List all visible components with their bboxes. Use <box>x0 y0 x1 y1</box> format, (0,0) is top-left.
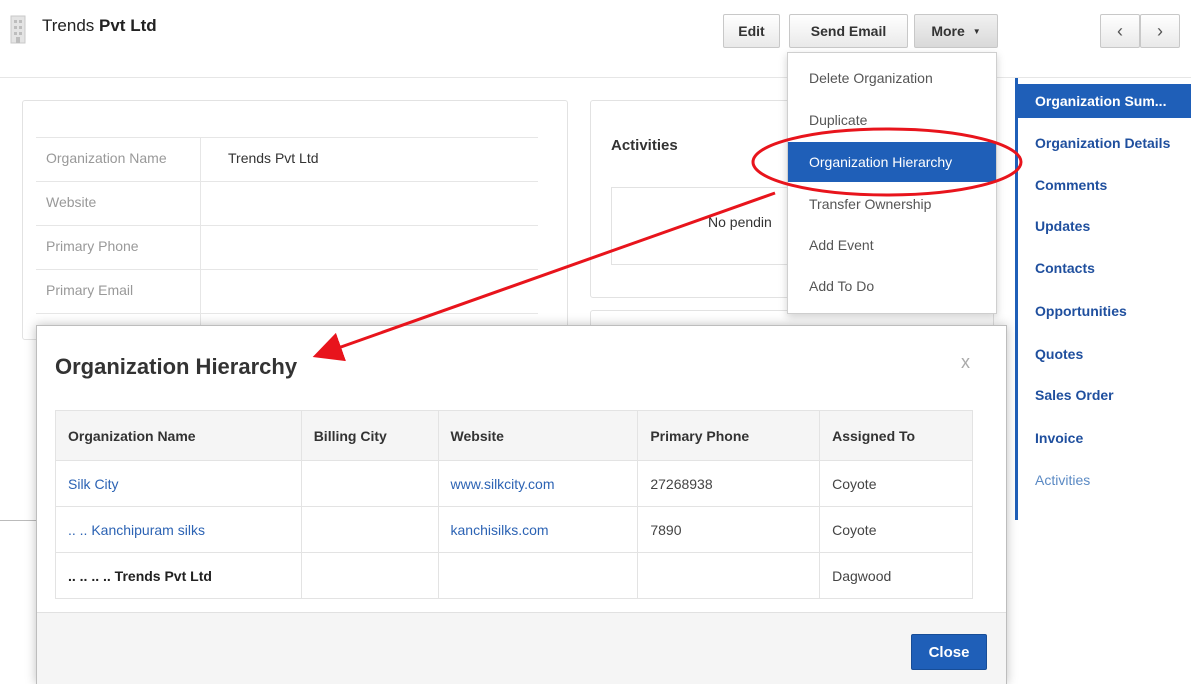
more-button[interactable]: More ▼ <box>914 14 998 48</box>
table-cell-phone: 27268938 <box>637 460 821 507</box>
field-divider <box>200 138 201 182</box>
related-tabs-nav: Organization Sum... Organization Details C… <box>1015 78 1191 520</box>
more-button-label: More <box>931 23 965 39</box>
table-cell-name: Silk City <box>55 460 302 507</box>
table-cell-website: www.silkcity.com <box>437 460 639 507</box>
table-cell-phone <box>637 552 821 599</box>
field-row: Website <box>36 181 538 226</box>
field-value[interactable]: Trends Pvt Ltd <box>228 150 319 166</box>
field-label: Organization Name <box>46 150 167 166</box>
table-cell-assigned: Dagwood <box>819 552 973 599</box>
nav-item-contacts[interactable]: Contacts <box>1018 251 1191 285</box>
table-cell-city <box>300 552 439 599</box>
table-header-row: Organization Name Billing City Website Prim… <box>55 410 973 461</box>
building-icon <box>10 15 26 44</box>
field-label: Primary Email <box>46 282 134 298</box>
edit-button[interactable]: Edit <box>723 14 780 48</box>
more-actions-menu: Delete Organization Duplicate Organization… <box>787 52 997 314</box>
menu-item-add-event[interactable]: Add Event <box>788 225 996 265</box>
website-link[interactable]: kanchisilks.com <box>451 522 549 538</box>
column-header: Organization Name <box>55 410 302 461</box>
cell-text: 7890 <box>650 521 682 538</box>
cell-text: Coyote <box>832 521 877 538</box>
nav-item-activities[interactable]: Activities <box>1018 463 1191 497</box>
table-cell-website <box>437 552 639 599</box>
nav-item-sales-order[interactable]: Sales Order <box>1018 378 1191 412</box>
close-button[interactable]: Close <box>911 634 987 670</box>
organization-hierarchy-modal: Organization Hierarchy x Organization Na… <box>36 325 1007 684</box>
close-icon[interactable]: x <box>961 352 970 373</box>
table-cell-website: kanchisilks.com <box>437 506 639 553</box>
field-divider <box>200 226 201 270</box>
field-divider <box>200 270 201 314</box>
record-title: Trends Pvt Ltd <box>42 16 157 36</box>
chevron-right-icon: › <box>1157 20 1163 41</box>
nav-item-organization-details[interactable]: Organization Details <box>1018 126 1191 160</box>
no-pending-text: No pendin <box>708 214 772 230</box>
caret-down-icon: ▼ <box>972 26 981 36</box>
nav-item-comments[interactable]: Comments <box>1018 168 1191 202</box>
organization-link[interactable]: .. .. Kanchipuram silks <box>68 522 205 538</box>
field-label: Website <box>46 194 97 210</box>
column-header: Assigned To <box>819 410 973 461</box>
field-row: Primary Phone <box>36 225 538 270</box>
menu-item-transfer-ownership[interactable]: Transfer Ownership <box>788 184 996 224</box>
record-title-first: Trends <box>42 16 95 35</box>
nav-item-quotes[interactable]: Quotes <box>1018 337 1191 371</box>
activities-title: Activities <box>611 137 678 154</box>
modal-footer: Close <box>37 612 1006 684</box>
next-record-button[interactable]: › <box>1140 14 1180 48</box>
menu-item-add-to-do[interactable]: Add To Do <box>788 266 996 306</box>
cell-text: 27268938 <box>650 475 713 492</box>
column-header: Billing City <box>300 410 439 461</box>
field-divider <box>200 182 201 226</box>
cell-text: Dagwood <box>832 567 892 584</box>
nav-item-organization-sum[interactable]: Organization Sum... <box>1018 84 1191 118</box>
record-title-rest: Pvt Ltd <box>99 16 157 35</box>
table-cell-phone: 7890 <box>637 506 821 553</box>
table-row: .. .. Kanchipuram silks kanchisilks.com 78… <box>55 506 973 553</box>
table-cell-name: .. .. .. .. Trends Pvt Ltd <box>55 552 302 599</box>
nav-item-opportunities[interactable]: Opportunities <box>1018 294 1191 328</box>
menu-item-organization-hierarchy[interactable]: Organization Hierarchy <box>788 142 996 182</box>
previous-record-button[interactable]: ‹ <box>1100 14 1140 48</box>
menu-item-duplicate[interactable]: Duplicate <box>788 100 996 140</box>
cell-text: .. .. .. .. Trends Pvt Ltd <box>68 567 212 584</box>
field-label: Primary Phone <box>46 238 139 254</box>
cell-text: Coyote <box>832 475 877 492</box>
send-email-button[interactable]: Send Email <box>789 14 908 48</box>
table-row: Silk City www.silkcity.com 27268938 Coyote <box>55 460 973 507</box>
hierarchy-table: Organization Name Billing City Website Prim… <box>55 410 973 599</box>
table-row: .. .. .. .. Trends Pvt Ltd Dagwood <box>55 552 973 599</box>
menu-item-delete-organization[interactable]: Delete Organization <box>788 58 996 98</box>
chevron-left-icon: ‹ <box>1117 20 1123 41</box>
field-row: Primary Email <box>36 269 538 314</box>
column-header: Website <box>437 410 639 461</box>
field-row: Organization Name Trends Pvt Ltd <box>36 137 538 182</box>
record-header: Trends Pvt Ltd Edit Send Email More ▼ ‹ … <box>0 0 1191 78</box>
column-header: Primary Phone <box>637 410 821 461</box>
website-link[interactable]: www.silkcity.com <box>451 476 555 492</box>
table-cell-city <box>300 506 439 553</box>
nav-item-updates[interactable]: Updates <box>1018 209 1191 243</box>
table-cell-city <box>300 460 439 507</box>
table-cell-name: .. .. Kanchipuram silks <box>55 506 302 553</box>
table-cell-assigned: Coyote <box>819 460 973 507</box>
nav-item-invoice[interactable]: Invoice <box>1018 421 1191 455</box>
divider <box>0 520 36 521</box>
organization-link[interactable]: Silk City <box>68 476 119 492</box>
modal-title: Organization Hierarchy <box>55 354 298 379</box>
table-cell-assigned: Coyote <box>819 506 973 553</box>
